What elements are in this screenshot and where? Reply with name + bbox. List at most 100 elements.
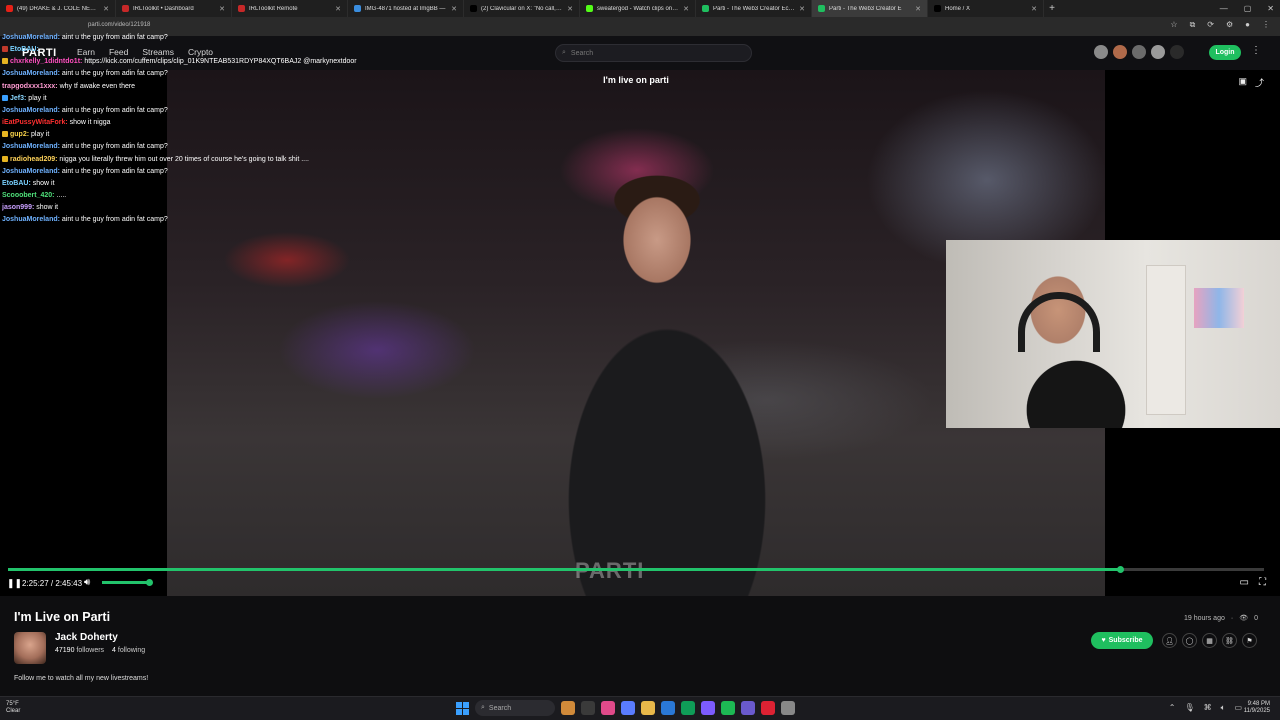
chat-username[interactable]: jason999: — [2, 204, 34, 211]
settings-gear-icon[interactable]: ⚙ — [1226, 20, 1233, 30]
browser-tab[interactable]: IMG-4871 hosted at ImgBB — ✕ — [348, 0, 464, 17]
theater-mode-icon[interactable]: ▭ — [1240, 577, 1249, 588]
chat-text: aint u the guy from adin fat camp? — [61, 167, 168, 175]
browser-menu-icon[interactable]: ⋮ — [1262, 20, 1270, 30]
report-flag-icon[interactable]: ⚑ — [1242, 633, 1257, 648]
bookmark-star-icon[interactable]: ☆ — [1170, 20, 1177, 30]
chat-username[interactable]: Scooobert_420: — [2, 192, 55, 199]
minimize-button[interactable]: — — [1220, 4, 1228, 13]
profile-icon[interactable]: ● — [1245, 20, 1250, 30]
chat-username[interactable]: JoshuaMoreland: — [2, 70, 60, 77]
refresh-icon[interactable]: ⟳ — [1207, 20, 1214, 30]
taskbar-app-icon[interactable] — [601, 701, 615, 715]
taskbar-app-icon[interactable] — [581, 701, 595, 715]
taskbar-app-icon[interactable] — [781, 701, 795, 715]
chat-username[interactable]: radiohead209: — [10, 156, 57, 163]
chat-username[interactable]: trapgodxxx1xxx: — [2, 83, 58, 90]
video-top-icons: ▣ ⤴ — [1238, 76, 1264, 89]
taskbar-app-icon[interactable] — [701, 701, 715, 715]
video-progress-bar[interactable] — [8, 566, 1264, 573]
tab-close-icon[interactable]: ✕ — [219, 5, 225, 13]
following-count: 4 — [112, 647, 116, 654]
chat-username[interactable]: JoshuaMoreland: — [2, 168, 60, 175]
taskbar-app-icon[interactable] — [641, 701, 655, 715]
chat-username[interactable]: JoshuaMoreland: — [2, 143, 60, 150]
progress-knob[interactable] — [1116, 566, 1124, 573]
gift-icon[interactable]: ▦ — [1202, 633, 1217, 648]
heart-icon: ♥ — [1101, 637, 1106, 644]
chat-bubble-icon[interactable]: ◯ — [1182, 633, 1197, 648]
streamer-avatar[interactable] — [14, 632, 46, 664]
following-stat[interactable]: 4 following — [112, 647, 145, 654]
taskbar-app-icon[interactable] — [661, 701, 675, 715]
volume-fill — [102, 581, 149, 584]
chevron-up-icon[interactable]: ⌃ — [1169, 703, 1176, 713]
chat-username[interactable]: Jef3: — [10, 95, 26, 102]
streamer-name[interactable]: Jack Doherty — [55, 632, 118, 643]
tab-close-icon[interactable]: ✕ — [799, 5, 805, 13]
chat-username[interactable]: gup2: — [10, 131, 29, 138]
creator-avatar[interactable] — [1132, 45, 1146, 59]
tab-close-icon[interactable]: ✕ — [683, 5, 689, 13]
browser-tab[interactable]: sweatergod - Watch clips on Ki ✕ — [580, 0, 696, 17]
chat-username[interactable]: JoshuaMoreland: — [2, 34, 60, 41]
volume-knob[interactable] — [146, 579, 153, 586]
url-field[interactable]: parti.com/video/121918 — [88, 22, 150, 28]
browser-tab[interactable]: Parti - The Web3 Creator Econ ✕ — [696, 0, 812, 17]
link-icon[interactable]: ⛓ — [1222, 633, 1237, 648]
creator-avatar[interactable] — [1170, 45, 1184, 59]
chat-username[interactable]: iEatPussyWitaFork: — [2, 119, 68, 126]
tab-close-icon[interactable]: ✕ — [335, 5, 341, 13]
weather-widget[interactable]: 75°F Clear — [6, 701, 20, 715]
taskbar-app-icon[interactable] — [741, 701, 755, 715]
tab-close-icon[interactable]: ✕ — [103, 5, 109, 13]
maximize-button[interactable]: ▢ — [1244, 4, 1252, 13]
volume-icon[interactable]: 🔊︎ — [84, 577, 90, 588]
battery-icon[interactable]: ▭ — [1234, 703, 1242, 713]
fullscreen-icon[interactable]: ⛶ — [1259, 577, 1266, 588]
taskbar-clock[interactable]: 9:48 PM 11/9/2025 — [1244, 701, 1270, 715]
chat-username[interactable]: JoshuaMoreland: — [2, 107, 60, 114]
login-button[interactable]: Login — [1209, 45, 1241, 60]
more-menu-icon[interactable]: ⋮ — [1251, 45, 1261, 56]
tab-close-icon[interactable]: ✕ — [451, 5, 457, 13]
taskbar-app-icon[interactable] — [561, 701, 575, 715]
clip-icon[interactable]: ▣ — [1238, 76, 1247, 89]
browser-tab[interactable]: (49) DRAKE & J. COLE NEED TO ✕ — [0, 0, 116, 17]
browser-tab[interactable]: IRLToolkit Remote ✕ — [232, 0, 348, 17]
tab-close-icon[interactable]: ✕ — [567, 5, 573, 13]
taskbar-app-icon[interactable] — [721, 701, 735, 715]
search-box[interactable]: ⌕ Search — [555, 44, 752, 62]
speaker-icon[interactable]: 🔈︎ — [1221, 703, 1226, 713]
volume-slider[interactable] — [102, 579, 153, 586]
new-tab-button[interactable]: + — [1044, 3, 1060, 14]
creator-avatar[interactable] — [1151, 45, 1165, 59]
start-button-icon[interactable] — [456, 701, 469, 715]
extensions-icon[interactable]: ⧉ — [1190, 20, 1196, 30]
browser-tab[interactable]: Parti - The Web3 Creator E ✕ — [812, 0, 928, 17]
mic-icon[interactable]: 🎙︎ — [1184, 703, 1194, 713]
pause-icon[interactable]: ❚❚ — [7, 578, 22, 589]
creator-avatar[interactable] — [1094, 45, 1108, 59]
taskbar-app-icon[interactable] — [681, 701, 695, 715]
creator-avatar[interactable] — [1113, 45, 1127, 59]
chat-username[interactable]: chxrkelly_1didntdo1t: — [10, 58, 82, 65]
browser-tab[interactable]: Home / X ✕ — [928, 0, 1044, 17]
chat-username[interactable]: JoshuaMoreland: — [2, 216, 60, 223]
browser-tab[interactable]: IRLToolkit • Dashboard ✕ — [116, 0, 232, 17]
subscribe-button[interactable]: ♥ Subscribe — [1091, 632, 1153, 649]
network-icon[interactable]: ⌘ — [1204, 703, 1212, 713]
taskbar-app-icon[interactable] — [621, 701, 635, 715]
taskbar-app-icon[interactable] — [761, 701, 775, 715]
follow-user-icon[interactable]: 👤︎ — [1162, 633, 1177, 648]
chat-username[interactable]: EtoBAU: — [2, 180, 31, 187]
browser-tab[interactable]: (2) Clavicular on X: "No call, id b ✕ — [464, 0, 580, 17]
chat-username[interactable]: EtoBAU: — [10, 46, 39, 53]
tab-favicon-icon — [6, 5, 13, 12]
followers-stat[interactable]: 47190 followers — [55, 647, 104, 654]
tab-close-icon[interactable]: ✕ — [1031, 5, 1037, 13]
tab-close-icon[interactable]: ✕ — [915, 5, 921, 13]
taskbar-search[interactable]: ⌕ Search — [475, 700, 555, 716]
close-window-button[interactable]: ✕ — [1267, 4, 1274, 13]
share-icon[interactable]: ⤴ — [1255, 76, 1264, 89]
